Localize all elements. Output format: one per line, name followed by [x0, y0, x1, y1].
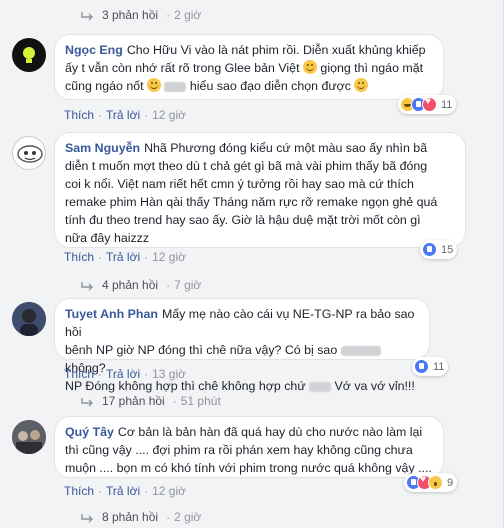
- commenter-name[interactable]: Sam Nguyễn: [65, 141, 140, 155]
- reaction-summary[interactable]: 15: [420, 240, 458, 259]
- reaction-count: 11: [441, 98, 453, 111]
- reply-time: 2 giờ: [174, 8, 202, 22]
- like-link[interactable]: Thích: [64, 108, 94, 122]
- reply-time: 7 giờ: [174, 278, 202, 292]
- view-replies-link[interactable]: 4 phản hồi · 7 giờ: [80, 278, 201, 292]
- comment-text: bênh NP giờ NP đóng thì chê nữa vậy? Có …: [65, 343, 338, 357]
- reply-link[interactable]: Trả lời: [106, 250, 140, 264]
- comment-text: ấy t vẫn còn nhớ rất rõ trong Glee bản V…: [65, 61, 300, 75]
- reaction-summary[interactable]: 9: [404, 473, 458, 492]
- reply-time: 2 giờ: [174, 510, 202, 524]
- comment-text: giọng thì ngáo mặt: [320, 61, 424, 75]
- avatar[interactable]: [12, 420, 46, 454]
- comment-text: remake phim Hàn qài thấy Tháng năm rực r…: [65, 195, 438, 209]
- comment-actions: Thích · Trả lời · 12 giờ: [64, 250, 186, 264]
- comment-time[interactable]: 13 giờ: [152, 367, 186, 381]
- like-link[interactable]: Thích: [64, 484, 94, 498]
- comment-bubble: Quý Tây Cơ bản là bản hàn đã quá hay dù c…: [54, 416, 444, 478]
- reply-count[interactable]: 3 phản hồi: [102, 8, 158, 22]
- smile-emoji-icon: [354, 78, 369, 92]
- comment-text: Nhã Phương đóng kiểu cứ một màu sao ấy n…: [144, 141, 428, 155]
- commenter-name[interactable]: Ngọc Eng: [65, 43, 123, 57]
- comment-bubble: Sam Nguyễn Nhã Phương đóng kiểu cứ một mà…: [54, 132, 466, 248]
- view-replies-link[interactable]: 8 phản hồi · 2 giờ: [80, 510, 201, 524]
- reply-arrow-icon: [80, 512, 94, 523]
- commenter-name[interactable]: Tuyet Anh Phan: [65, 307, 158, 321]
- comment-time[interactable]: 12 giờ: [152, 484, 186, 498]
- reply-arrow-icon: [80, 280, 94, 291]
- reply-time: 51 phút: [180, 394, 221, 408]
- love-reaction-icon: [422, 96, 437, 112]
- smile-emoji-icon: [302, 60, 317, 74]
- censored-text: [309, 381, 332, 392]
- comment-text: Cho Hữu Vi vào là nát phim rồi. Diễn xuấ…: [126, 43, 426, 57]
- comment-time[interactable]: 12 giờ: [152, 250, 186, 264]
- comment-text: Cơ bản là bản hàn đã quá hay dù cho nước…: [117, 425, 423, 439]
- reaction-count: 15: [441, 243, 454, 256]
- comment-actions: Thích · Trả lời · 13 giờ: [64, 367, 186, 381]
- avatar[interactable]: [12, 38, 46, 72]
- comment-time[interactable]: 12 giờ: [152, 108, 186, 122]
- reply-arrow-icon: [80, 396, 94, 407]
- view-replies-link[interactable]: 3 phản hồi · 2 giờ: [80, 8, 201, 22]
- reaction-summary[interactable]: 11: [412, 357, 449, 376]
- commenter-name[interactable]: Quý Tây: [65, 425, 114, 439]
- reply-arrow-icon: [80, 10, 94, 21]
- avatar[interactable]: [12, 302, 46, 336]
- reply-link[interactable]: Trả lời: [106, 108, 140, 122]
- reply-count[interactable]: 8 phản hồi: [102, 510, 158, 524]
- comment-bubble: Tuyet Anh Phan Mấy mẹ nào cào cái vụ NE-T…: [54, 298, 430, 393]
- comments-panel: 3 phản hồi · 2 giờ Ngọc Eng Cho Hữu Vi và…: [0, 0, 504, 528]
- wow-reaction-icon: [428, 475, 443, 490]
- like-reaction-icon: [422, 242, 437, 257]
- comment-text: diễn t muốn mợt theo dù t chả gét gì bã …: [65, 159, 428, 173]
- comment-text: cũng ngáo nốt: [65, 79, 144, 93]
- censored-text: [164, 81, 187, 92]
- like-link[interactable]: Thích: [64, 367, 94, 381]
- censored-text: [340, 345, 381, 356]
- comment-bubble: Ngọc Eng Cho Hữu Vi vào là nát phim rồi. …: [54, 34, 444, 100]
- reply-link[interactable]: Trả lời: [106, 484, 140, 498]
- smile-emoji-icon: [147, 78, 161, 92]
- reaction-count: 9: [447, 476, 454, 489]
- view-replies-link[interactable]: 17 phản hồi · 51 phút: [80, 394, 221, 408]
- comment-text: tính đu theo trend hay sao ấy. Giờ là hậ…: [65, 213, 421, 227]
- comment-actions: Thích · Trả lời · 12 giờ: [64, 108, 186, 122]
- avatar[interactable]: [12, 136, 46, 170]
- comment-text: Vớ va vớ vỉn!!!: [334, 379, 415, 393]
- reply-count[interactable]: 17 phản hồi: [102, 394, 165, 408]
- reaction-count: 11: [433, 360, 445, 373]
- comment-text: nữa đây haizzz: [65, 231, 150, 245]
- comment-text: muộn .... bọn m có khó tính với phim tro…: [65, 461, 432, 475]
- like-reaction-icon: [414, 359, 429, 374]
- reply-count[interactable]: 4 phản hồi: [102, 278, 158, 292]
- reply-link[interactable]: Trả lời: [106, 367, 140, 381]
- comment-text: NP Đóng không hợp thì chê không hợp chứ: [65, 379, 306, 393]
- like-link[interactable]: Thích: [64, 250, 94, 264]
- separator-dot: ·: [166, 8, 171, 22]
- comment-text: coi k nổi. Việt nam riết hết cmn ý tưởng…: [65, 177, 414, 191]
- comment-text: thì cũng vậy .... đợi phim ra rồi phán x…: [65, 443, 413, 457]
- reaction-summary[interactable]: 11: [398, 95, 457, 114]
- comment-text: hiểu sao đạo diễn chọn được: [189, 79, 351, 93]
- comment-actions: Thích · Trả lời · 12 giờ: [64, 484, 186, 498]
